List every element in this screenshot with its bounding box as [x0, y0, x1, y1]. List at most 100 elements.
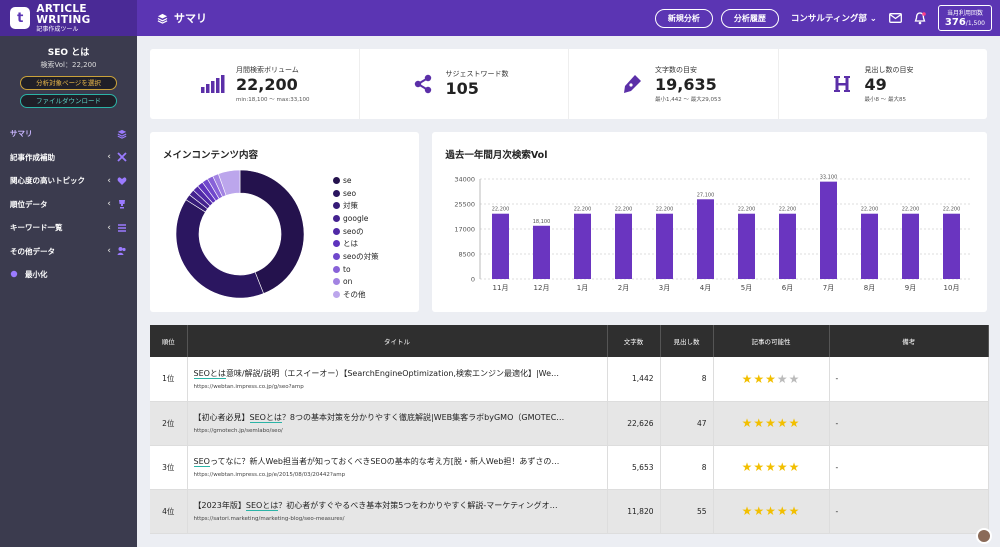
result-url[interactable]: https://webtan.impress.co.jp/e/2015/08/0…	[194, 472, 607, 478]
legend-item[interactable]: on	[333, 276, 379, 289]
bar-value-label: 22,200	[738, 207, 756, 213]
sidebar-item-keyword-list[interactable]: キーワード一覧 ‹	[0, 216, 137, 240]
bar[interactable]	[902, 213, 920, 279]
bell-icon[interactable]	[914, 11, 926, 25]
title-rest: ？初心者がすぐやるべき基本対策5つをわかりやすく解説-マーケティングオ…	[278, 501, 558, 510]
result-title[interactable]: 【初心者必見】SEOとは？8つの基本対策を分かりやすく徹底解説|WEB集客ラボb…	[194, 412, 604, 423]
chevron-left-icon: ‹	[107, 246, 111, 257]
legend-item[interactable]: 対策	[333, 199, 379, 212]
star-icon: ★	[776, 460, 789, 474]
chevron-left-icon: ‹	[107, 175, 111, 186]
select-page-button[interactable]: 分析対象ページを選択	[20, 76, 117, 90]
title-cell[interactable]: 【初心者必見】SEOとは？8つの基本対策を分かりやすく徹底解説|WEB集客ラボb…	[187, 401, 608, 446]
x-tick-label: 9月	[905, 284, 916, 292]
bar[interactable]	[574, 213, 592, 279]
mail-icon[interactable]	[888, 13, 902, 23]
notes-cell: -	[829, 401, 989, 446]
avatar[interactable]	[976, 528, 992, 544]
stat-value: 22,200	[236, 75, 298, 94]
title-cell[interactable]: SEOとは意味/解説/説明（エスイーオー）【SearchEngineOptimi…	[187, 357, 608, 402]
logo-mark-icon: t	[10, 7, 31, 29]
legend-swatch	[333, 189, 340, 197]
bar[interactable]	[820, 181, 838, 279]
bar[interactable]	[779, 213, 797, 279]
legend-item[interactable]: se	[333, 174, 379, 187]
bar[interactable]	[492, 213, 510, 279]
analysis-history-button[interactable]: 分析履歴	[720, 8, 779, 28]
sidebar-item-label: 順位データ	[10, 199, 48, 209]
legend-swatch	[333, 240, 340, 248]
bar[interactable]	[656, 213, 674, 279]
legend-label: seo	[343, 188, 357, 198]
legend-label: とは	[343, 239, 358, 249]
legend-item[interactable]: その他	[333, 288, 379, 301]
result-url[interactable]: https://satori.marketing/marketing-blog/…	[194, 516, 607, 522]
legend-item[interactable]: to	[333, 263, 379, 276]
donut-slice-1[interactable]	[175, 199, 264, 299]
bar-value-label: 22,200	[779, 207, 797, 213]
headings-cell: 55	[660, 489, 714, 534]
sidebar-item-minimize[interactable]: 最小化	[0, 263, 137, 287]
rank-value: 1位	[162, 374, 175, 384]
char-count: 22,626	[627, 418, 654, 428]
result-url[interactable]: https://webtan.impress.co.jp/g/seo?amp	[194, 384, 607, 390]
sidebar-item-label: サマリ	[10, 129, 33, 139]
table-row[interactable]: 4位 【2023年版】SEOとは？初心者がすぐやるべき基本対策5つをわかりやすく…	[150, 489, 989, 534]
result-title[interactable]: SEOってなに？新人Web担当者が知っておくべきSEOの基本的な考え方[脱・新人…	[193, 456, 604, 467]
note-value: -	[835, 374, 839, 384]
sidebar-item-summary[interactable]: サマリ	[0, 122, 137, 146]
sidebar-item-rank-data[interactable]: 順位データ ‹	[0, 193, 137, 217]
heading-count: 8	[701, 374, 707, 384]
bar[interactable]	[943, 213, 961, 279]
title-cell[interactable]: 【2023年版】SEOとは？初心者がすぐやるべき基本対策5つをわかりやすく解説-…	[187, 489, 608, 534]
rank-cell: 2位	[150, 401, 188, 446]
bar-value-label: 22,200	[902, 207, 920, 213]
bar[interactable]	[697, 199, 715, 279]
result-url[interactable]: https://gmotech.jp/semlabo/seo/	[194, 428, 607, 434]
stat-value: 105	[445, 79, 479, 98]
result-title[interactable]: 【2023年版】SEOとは？初心者がすぐやるべき基本対策5つをわかりやすく解説-…	[194, 500, 604, 511]
legend-item[interactable]: seo	[333, 187, 379, 200]
notes-cell: -	[829, 489, 989, 534]
stat-sub: min:18,100 〜 max:33,100	[236, 97, 310, 103]
rating-stars: ★★★★★	[713, 401, 830, 446]
star-icon: ★	[788, 416, 801, 430]
star-icon: ★	[788, 460, 801, 474]
legend-item[interactable]: とは	[333, 237, 379, 250]
title-cell[interactable]: SEOってなに？新人Web担当者が知っておくべきSEOの基本的な考え方[脱・新人…	[187, 445, 608, 490]
rank-cell: 3位	[150, 445, 188, 490]
legend-label: その他	[343, 290, 366, 300]
y-tick-label: 0	[471, 276, 475, 284]
table-row[interactable]: 3位 SEOってなに？新人Web担当者が知っておくべきSEOの基本的な考え方[脱…	[150, 445, 989, 490]
bar[interactable]	[738, 213, 756, 279]
bar[interactable]	[533, 225, 551, 279]
table-row[interactable]: 1位 SEOとは意味/解説/説明（エスイーオー）【SearchEngineOpt…	[150, 357, 989, 402]
bar[interactable]	[615, 213, 633, 279]
page-header: サマリ	[157, 10, 207, 26]
legend-item[interactable]: seoの対策	[333, 250, 379, 263]
table-row[interactable]: 2位 【初心者必見】SEOとは？8つの基本対策を分かりやすく徹底解説|WEB集客…	[150, 401, 989, 446]
legend-item[interactable]: seoの	[333, 225, 379, 238]
monthly-volume-panel: 過去一年間月次検索Vol 0 8500 17000 25500 34000 22,200 1…	[432, 132, 987, 312]
share-icon	[408, 74, 438, 94]
sidebar-volume: 検索Vol：22,200	[40, 61, 97, 69]
sidebar-item-other-data[interactable]: その他データ ‹	[0, 240, 137, 264]
y-tick-label: 25500	[455, 201, 476, 209]
note-value: -	[835, 418, 839, 428]
legend-item[interactable]: google	[333, 212, 379, 225]
sidebar-item-topics[interactable]: 関心度の高いトピック ‹	[0, 169, 137, 193]
stat-value: 49	[864, 75, 887, 94]
new-analysis-button[interactable]: 新規分析	[654, 8, 713, 28]
bar-value-label: 22,200	[861, 207, 879, 213]
chars-cell: 1,442	[607, 357, 661, 402]
app-logo[interactable]: t ARTICLE WRITING 記事作成ツール	[0, 0, 137, 36]
result-title[interactable]: SEOとは意味/解説/説明（エスイーオー）【SearchEngineOptimi…	[193, 368, 604, 379]
pen-icon	[617, 74, 647, 94]
department-dropdown[interactable]: コンサルティング部 ⌄	[791, 12, 877, 24]
bar[interactable]	[861, 213, 879, 279]
x-tick-label: 1月	[577, 284, 588, 292]
file-download-button[interactable]: ファイルダウンロード	[20, 94, 117, 108]
x-tick-label: 11月	[493, 284, 509, 292]
sidebar-item-writing-assist[interactable]: 記事作成補助 ‹	[0, 146, 137, 170]
star-icon: ★	[753, 371, 766, 386]
